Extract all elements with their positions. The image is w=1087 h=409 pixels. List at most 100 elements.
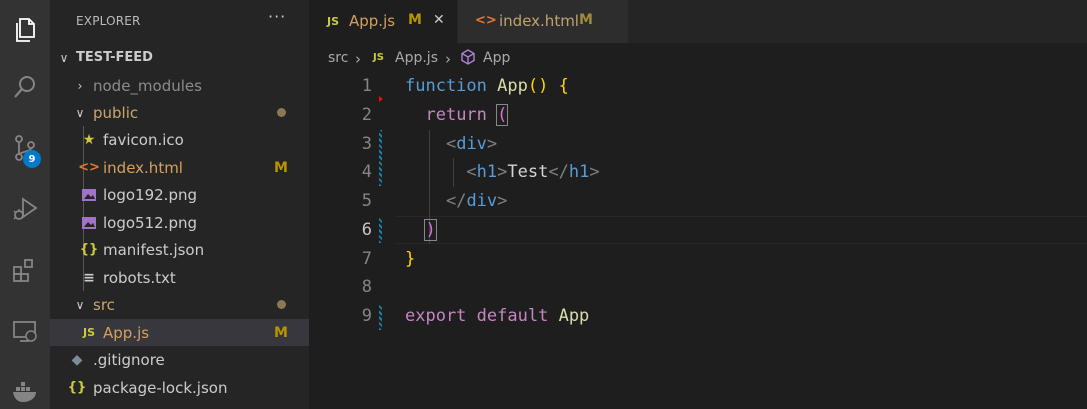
line-number: 5 <box>361 191 372 211</box>
tree-item-label: App.js <box>103 323 150 342</box>
tree-item-logo512[interactable]: logo512.png <box>50 209 309 236</box>
breadcrumb-file[interactable]: App.js <box>395 50 438 66</box>
tree-item-gitignore[interactable]: ◆ .gitignore <box>50 346 309 373</box>
diff-indicator <box>379 130 382 186</box>
identifier: App <box>558 306 590 326</box>
brace: } <box>405 249 416 269</box>
extensions-icon[interactable] <box>0 245 50 295</box>
breadcrumb-symbol[interactable]: App <box>483 50 510 66</box>
chevron-down-icon: ∨ <box>75 105 85 120</box>
tab-label: index.html <box>499 12 579 30</box>
code-line-6: ) <box>405 219 437 241</box>
modified-status: M <box>274 159 288 176</box>
activity-bar: 9 <box>0 0 50 409</box>
tree-item-src[interactable]: ∨ src <box>50 291 309 318</box>
tag-bracket: > <box>497 191 508 211</box>
tree-item-label: logo192.png <box>103 185 197 204</box>
tag-name: h1 <box>476 162 498 182</box>
deleted-line-marker-icon <box>379 96 383 102</box>
code-line-4: <h1>Test</h1> <box>405 162 600 182</box>
star-icon: ★ <box>82 131 96 148</box>
symbol-icon <box>460 48 476 70</box>
tree-item-package-lock[interactable]: {} package-lock.json <box>50 374 309 401</box>
tab-index-html[interactable]: <> index.html M <box>458 0 628 43</box>
keyword: return <box>425 105 487 125</box>
js-file-icon: JS <box>327 15 340 28</box>
close-icon[interactable]: ✕ <box>433 12 445 28</box>
more-actions-icon[interactable]: ··· <box>268 7 286 26</box>
root-folder-row[interactable]: ∨ TEST-FEED <box>50 44 309 71</box>
chevron-right-icon: › <box>77 78 83 93</box>
diff-indicator <box>379 218 382 243</box>
text-file-icon: ≡ <box>83 269 95 286</box>
line-number: 7 <box>361 249 372 269</box>
tree-item-public[interactable]: ∨ public <box>50 99 309 126</box>
line-number: 8 <box>361 277 372 297</box>
tree-item-label: robots.txt <box>103 268 176 287</box>
chevron-down-icon: ∨ <box>59 50 69 65</box>
brace: { <box>558 76 569 96</box>
tag-bracket: < <box>466 162 477 182</box>
tree-item-robots[interactable]: ≡ robots.txt <box>50 264 309 291</box>
tab-modified-status: M <box>408 12 422 28</box>
explorer-activity-icon[interactable] <box>0 5 50 55</box>
modified-dot-icon <box>277 108 286 117</box>
tree-item-label: src <box>93 295 115 314</box>
tag-name: div <box>456 134 487 154</box>
json-file-icon: {} <box>67 380 87 395</box>
tab-label: App.js <box>349 12 396 30</box>
tag-bracket: </ <box>548 162 569 182</box>
code-line-3: <div> <box>405 134 497 154</box>
tag-bracket: </ <box>445 191 467 211</box>
tab-app-js[interactable]: JS App.js M ✕ <box>309 0 457 43</box>
tree-item-favicon[interactable]: ★ favicon.ico <box>50 126 309 153</box>
search-icon[interactable] <box>0 62 50 112</box>
json-file-icon: {} <box>79 242 99 257</box>
code-line-7: } <box>405 249 415 269</box>
paren: ) <box>424 219 437 241</box>
tree-item-logo192[interactable]: logo192.png <box>50 181 309 208</box>
tree-item-index-html[interactable]: <> index.html M <box>50 154 309 181</box>
js-file-icon: JS <box>82 326 95 339</box>
tree-item-node-modules[interactable]: › node_modules <box>50 72 309 99</box>
html-file-icon: <> <box>475 13 497 28</box>
tree-item-label: public <box>93 103 139 122</box>
code-editor[interactable]: 1 2 3 4 5 6 7 8 9 function App() { retur… <box>309 73 1087 409</box>
docker-icon[interactable] <box>0 366 50 409</box>
breadcrumb-folder[interactable]: src <box>328 50 348 66</box>
tree-item-label: .gitignore <box>93 350 165 369</box>
tree-item-manifest[interactable]: {} manifest.json <box>50 236 309 263</box>
code-line-9: export default App <box>405 306 589 326</box>
tree-item-label: index.html <box>103 158 183 177</box>
paren: () <box>527 76 549 96</box>
paren: ( <box>496 104 509 126</box>
modified-status: M <box>274 324 288 341</box>
tag-bracket: < <box>445 134 457 154</box>
line-number: 2 <box>361 105 372 125</box>
git-file-icon: ◆ <box>71 351 83 368</box>
tag-name: div <box>466 191 498 211</box>
js-file-icon: JS <box>373 52 384 63</box>
editor-tab-bar: JS App.js M ✕ <> index.html M <box>309 0 1087 43</box>
image-file-icon <box>80 186 98 204</box>
keyword: default <box>476 306 549 326</box>
keyword: export <box>405 306 467 326</box>
current-line-highlight <box>396 216 1087 244</box>
jsx-text: Test <box>507 162 549 182</box>
code-line-5: </div> <box>405 191 507 211</box>
tree-item-label: manifest.json <box>103 240 205 259</box>
tag-bracket: > <box>589 162 600 182</box>
line-number: 6 <box>361 220 372 240</box>
tag-bracket: > <box>497 162 508 182</box>
remote-explorer-icon[interactable] <box>0 306 50 356</box>
source-control-badge: 9 <box>23 150 41 168</box>
tree-item-app-js[interactable]: JS App.js M <box>50 319 309 346</box>
tree-item-label: node_modules <box>93 76 202 95</box>
run-debug-icon[interactable] <box>0 184 50 234</box>
tag-name: h1 <box>568 162 590 182</box>
function-name: App <box>497 76 528 96</box>
chevron-down-icon: ∨ <box>75 297 85 312</box>
breadcrumb: src › JS App.js › App <box>309 43 1087 73</box>
tab-modified-status: M <box>579 12 593 28</box>
line-number: 1 <box>361 76 372 96</box>
